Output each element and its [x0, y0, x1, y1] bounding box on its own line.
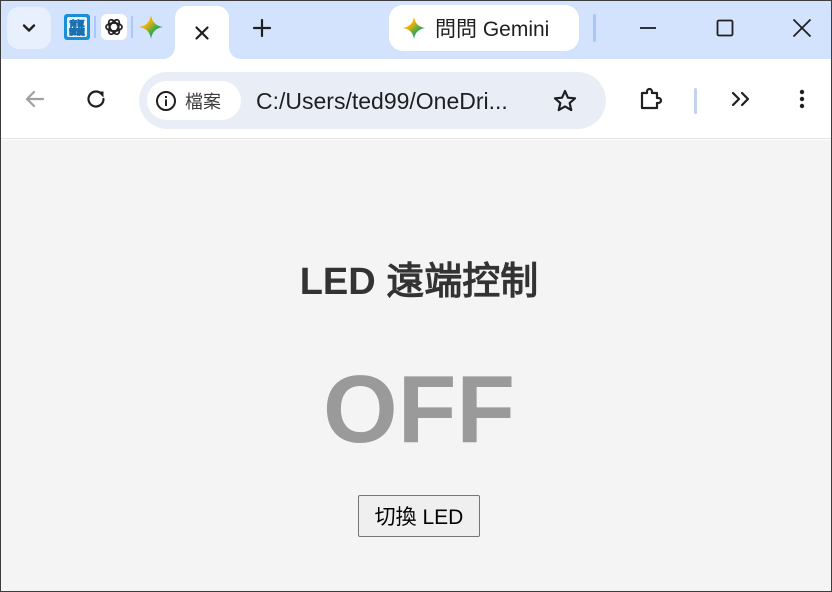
address-bar[interactable]: 檔案 C:/Users/ted99/OneDri... — [139, 72, 606, 129]
page-content: LED 遠端控制 OFF 切換 LED — [1, 140, 831, 591]
browser-menu-button[interactable] — [782, 79, 822, 119]
extensions-button[interactable] — [631, 79, 671, 119]
puzzle-icon — [640, 87, 663, 110]
arrow-left-icon — [25, 90, 45, 108]
toolbar-divider — [694, 88, 697, 114]
close-icon — [195, 25, 209, 40]
close-icon — [792, 18, 812, 38]
bookmark-button[interactable] — [545, 81, 585, 121]
led-status-text: OFF — [323, 356, 515, 463]
pinned-tab-translator[interactable]: 龘 — [63, 13, 91, 41]
page-title: LED 遠端控制 — [299, 261, 539, 303]
window-close-button[interactable] — [779, 7, 825, 49]
kebab-menu-icon — [799, 89, 805, 109]
tabstrip-divider — [593, 14, 596, 42]
ask-gemini-label: 問問 Gemini — [435, 18, 550, 41]
info-icon — [156, 90, 176, 111]
translator-icon: 龘 — [64, 14, 90, 40]
reload-button[interactable] — [76, 79, 116, 119]
active-tab[interactable] — [175, 6, 229, 59]
svg-text:龘: 龘 — [69, 18, 86, 39]
back-button[interactable] — [15, 79, 55, 119]
chevron-down-icon — [22, 24, 36, 32]
plus-icon — [252, 18, 272, 38]
url-text[interactable]: C:/Users/ted99/OneDri... — [256, 88, 546, 115]
chatgpt-icon — [101, 14, 127, 40]
site-info-button[interactable]: 檔案 — [147, 81, 241, 120]
pinned-tab-chatgpt[interactable] — [100, 13, 128, 41]
close-tab-button[interactable] — [194, 25, 210, 41]
tab-strip: 龘 問問 Gemini — [1, 1, 831, 59]
reload-icon — [87, 90, 105, 108]
gemini-icon — [402, 16, 426, 40]
tab-search-button[interactable] — [7, 7, 51, 49]
more-tools-button[interactable] — [721, 79, 761, 119]
pinned-tab-gemini[interactable] — [137, 13, 165, 41]
minimize-icon — [640, 27, 656, 29]
maximize-button[interactable] — [702, 7, 748, 49]
double-chevron-right-icon — [731, 91, 750, 107]
toggle-led-button[interactable]: 切換 LED — [358, 495, 480, 537]
maximize-icon — [716, 19, 734, 37]
ask-gemini-button[interactable]: 問問 Gemini — [389, 5, 579, 51]
site-info-label: 檔案 — [185, 91, 221, 112]
star-icon — [553, 89, 577, 112]
gemini-icon — [139, 15, 163, 39]
browser-toolbar: 檔案 C:/Users/ted99/OneDri... — [1, 59, 831, 139]
tab-divider — [94, 16, 96, 38]
tab-divider — [131, 16, 133, 38]
new-tab-button[interactable] — [245, 11, 279, 45]
minimize-button[interactable] — [625, 7, 671, 49]
